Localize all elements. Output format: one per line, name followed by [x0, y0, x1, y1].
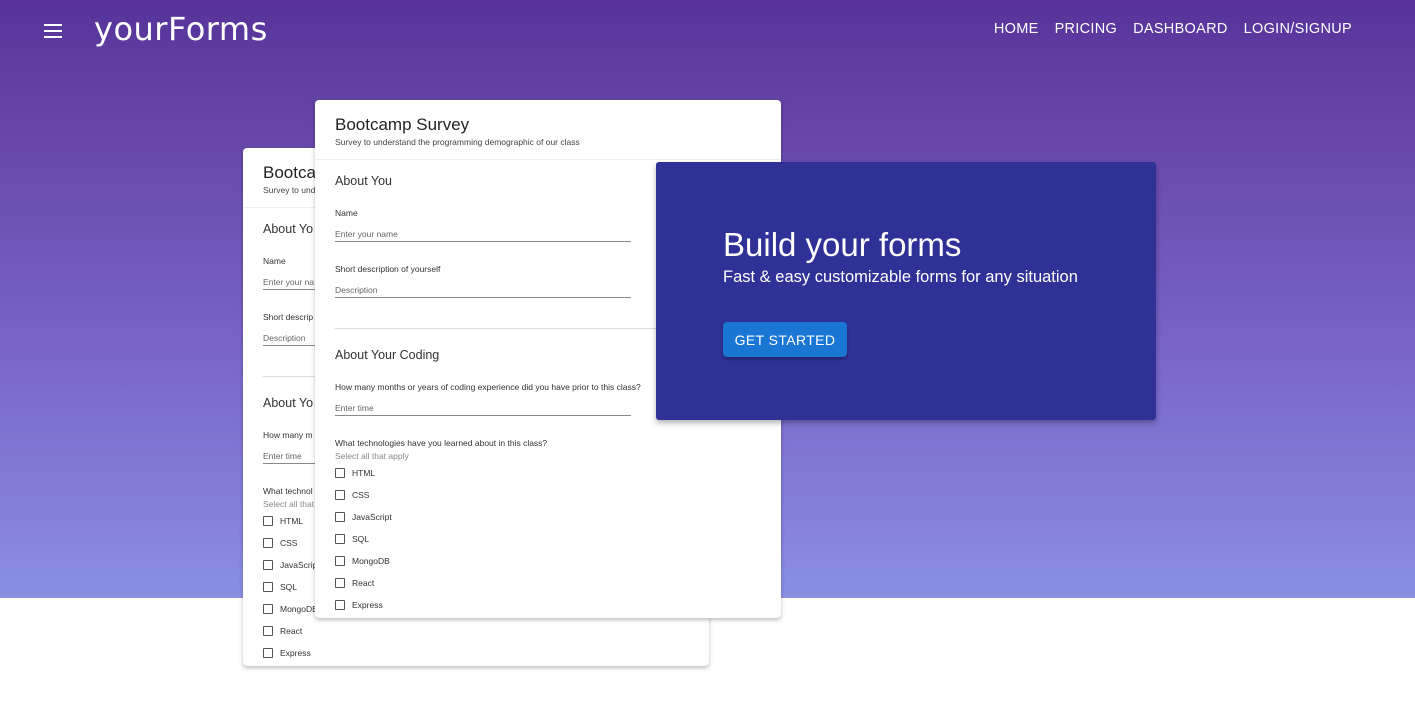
checkbox-icon[interactable]	[263, 560, 273, 570]
section-heading-about-you: About You	[335, 174, 393, 188]
checkbox-label: MongoDB	[352, 556, 390, 566]
checkbox-icon[interactable]	[263, 604, 273, 614]
checkbox-sql[interactable]: SQL	[335, 533, 369, 545]
app-bar: yourForms HOME PRICING DASHBOARD LOGIN/S…	[0, 0, 1415, 64]
checkbox-javascript[interactable]: JavaScrip	[263, 559, 317, 571]
checkbox-icon[interactable]	[335, 534, 345, 544]
name-label: Name	[263, 256, 286, 266]
form-subtitle: Survey to understand the programming dem…	[335, 137, 580, 147]
checkbox-icon[interactable]	[335, 556, 345, 566]
get-started-button[interactable]: GET STARTED	[723, 322, 847, 357]
checkbox-label: React	[280, 626, 303, 636]
checkbox-icon[interactable]	[335, 578, 345, 588]
technologies-hint: Select all that apply	[335, 451, 409, 461]
checkbox-label: HTML	[352, 468, 376, 478]
checkbox-sql[interactable]: SQL	[263, 581, 297, 593]
nav-pricing[interactable]: PRICING	[1047, 20, 1126, 38]
description-label: Short description of yourself	[335, 264, 441, 274]
main-nav: HOME PRICING DASHBOARD LOGIN/SIGNUP	[986, 20, 1360, 38]
checkbox-icon[interactable]	[263, 626, 273, 636]
experience-label: How many m	[263, 430, 313, 440]
section-heading: About Yo	[263, 222, 314, 236]
description-field[interactable]	[335, 280, 631, 298]
experience-field[interactable]	[335, 398, 631, 416]
checkbox-icon[interactable]	[263, 582, 273, 592]
technologies-label: What technologies have you learned about…	[335, 438, 548, 448]
form-title: Bootca	[263, 163, 316, 182]
checkbox-label: Express	[352, 600, 383, 610]
checkbox-html[interactable]: HTML	[263, 515, 303, 527]
name-input[interactable]	[335, 225, 631, 239]
technologies-label: What technol	[263, 486, 313, 496]
checkbox-label: Express	[280, 648, 311, 658]
checkbox-icon[interactable]	[335, 512, 345, 522]
nav-login-signup[interactable]: LOGIN/SIGNUP	[1236, 20, 1360, 38]
header-divider	[315, 159, 781, 160]
checkbox-mongodb[interactable]: MongoDB	[335, 555, 390, 567]
checkbox-javascript[interactable]: JavaScript	[335, 511, 392, 523]
technologies-hint: Select all that	[263, 499, 315, 509]
experience-input[interactable]	[335, 399, 631, 413]
form-subtitle: Survey to und	[263, 185, 316, 195]
checkbox-label: HTML	[280, 516, 304, 526]
section-heading: About Yo	[263, 396, 314, 410]
checkbox-icon[interactable]	[335, 600, 345, 610]
checkbox-label: SQL	[280, 582, 298, 592]
checkbox-react[interactable]: React	[263, 625, 302, 637]
checkbox-icon[interactable]	[335, 490, 345, 500]
form-title: Bootcamp Survey	[335, 115, 470, 134]
hamburger-menu-icon[interactable]	[41, 21, 65, 41]
checkbox-react[interactable]: React	[335, 577, 374, 589]
checkbox-icon[interactable]	[263, 648, 273, 658]
logo[interactable]: yourForms	[94, 10, 268, 48]
promo-tagline: Fast & easy customizable forms for any s…	[723, 268, 1078, 286]
checkbox-icon[interactable]	[263, 538, 273, 548]
name-field[interactable]	[335, 224, 631, 242]
checkbox-mongodb[interactable]: MongoDB	[263, 603, 318, 615]
checkbox-label: React	[352, 578, 375, 588]
checkbox-icon[interactable]	[263, 516, 273, 526]
promo-panel: Build your forms Fast & easy customizabl…	[656, 162, 1156, 420]
checkbox-label: CSS	[280, 538, 298, 548]
checkbox-label: JavaScrip	[280, 560, 318, 570]
checkbox-css[interactable]: CSS	[335, 489, 369, 501]
checkbox-html[interactable]: HTML	[335, 467, 375, 479]
checkbox-icon[interactable]	[335, 468, 345, 478]
name-label: Name	[335, 208, 358, 218]
promo-headline: Build your forms	[723, 226, 962, 263]
description-label: Short descrip	[263, 312, 314, 322]
checkbox-css[interactable]: CSS	[263, 537, 297, 549]
checkbox-label: SQL	[352, 534, 370, 544]
nav-home[interactable]: HOME	[986, 20, 1047, 38]
checkbox-express[interactable]: Express	[335, 599, 383, 611]
experience-label: How many months or years of coding exper…	[335, 382, 641, 392]
nav-dashboard[interactable]: DASHBOARD	[1125, 20, 1236, 38]
description-input[interactable]	[335, 281, 631, 295]
section-heading-about-your-coding: About Your Coding	[335, 348, 440, 362]
checkbox-label: JavaScript	[352, 512, 392, 522]
section-divider	[335, 328, 665, 329]
checkbox-label: MongoDB	[280, 604, 318, 614]
checkbox-express[interactable]: Express	[263, 647, 311, 659]
checkbox-label: CSS	[352, 490, 370, 500]
